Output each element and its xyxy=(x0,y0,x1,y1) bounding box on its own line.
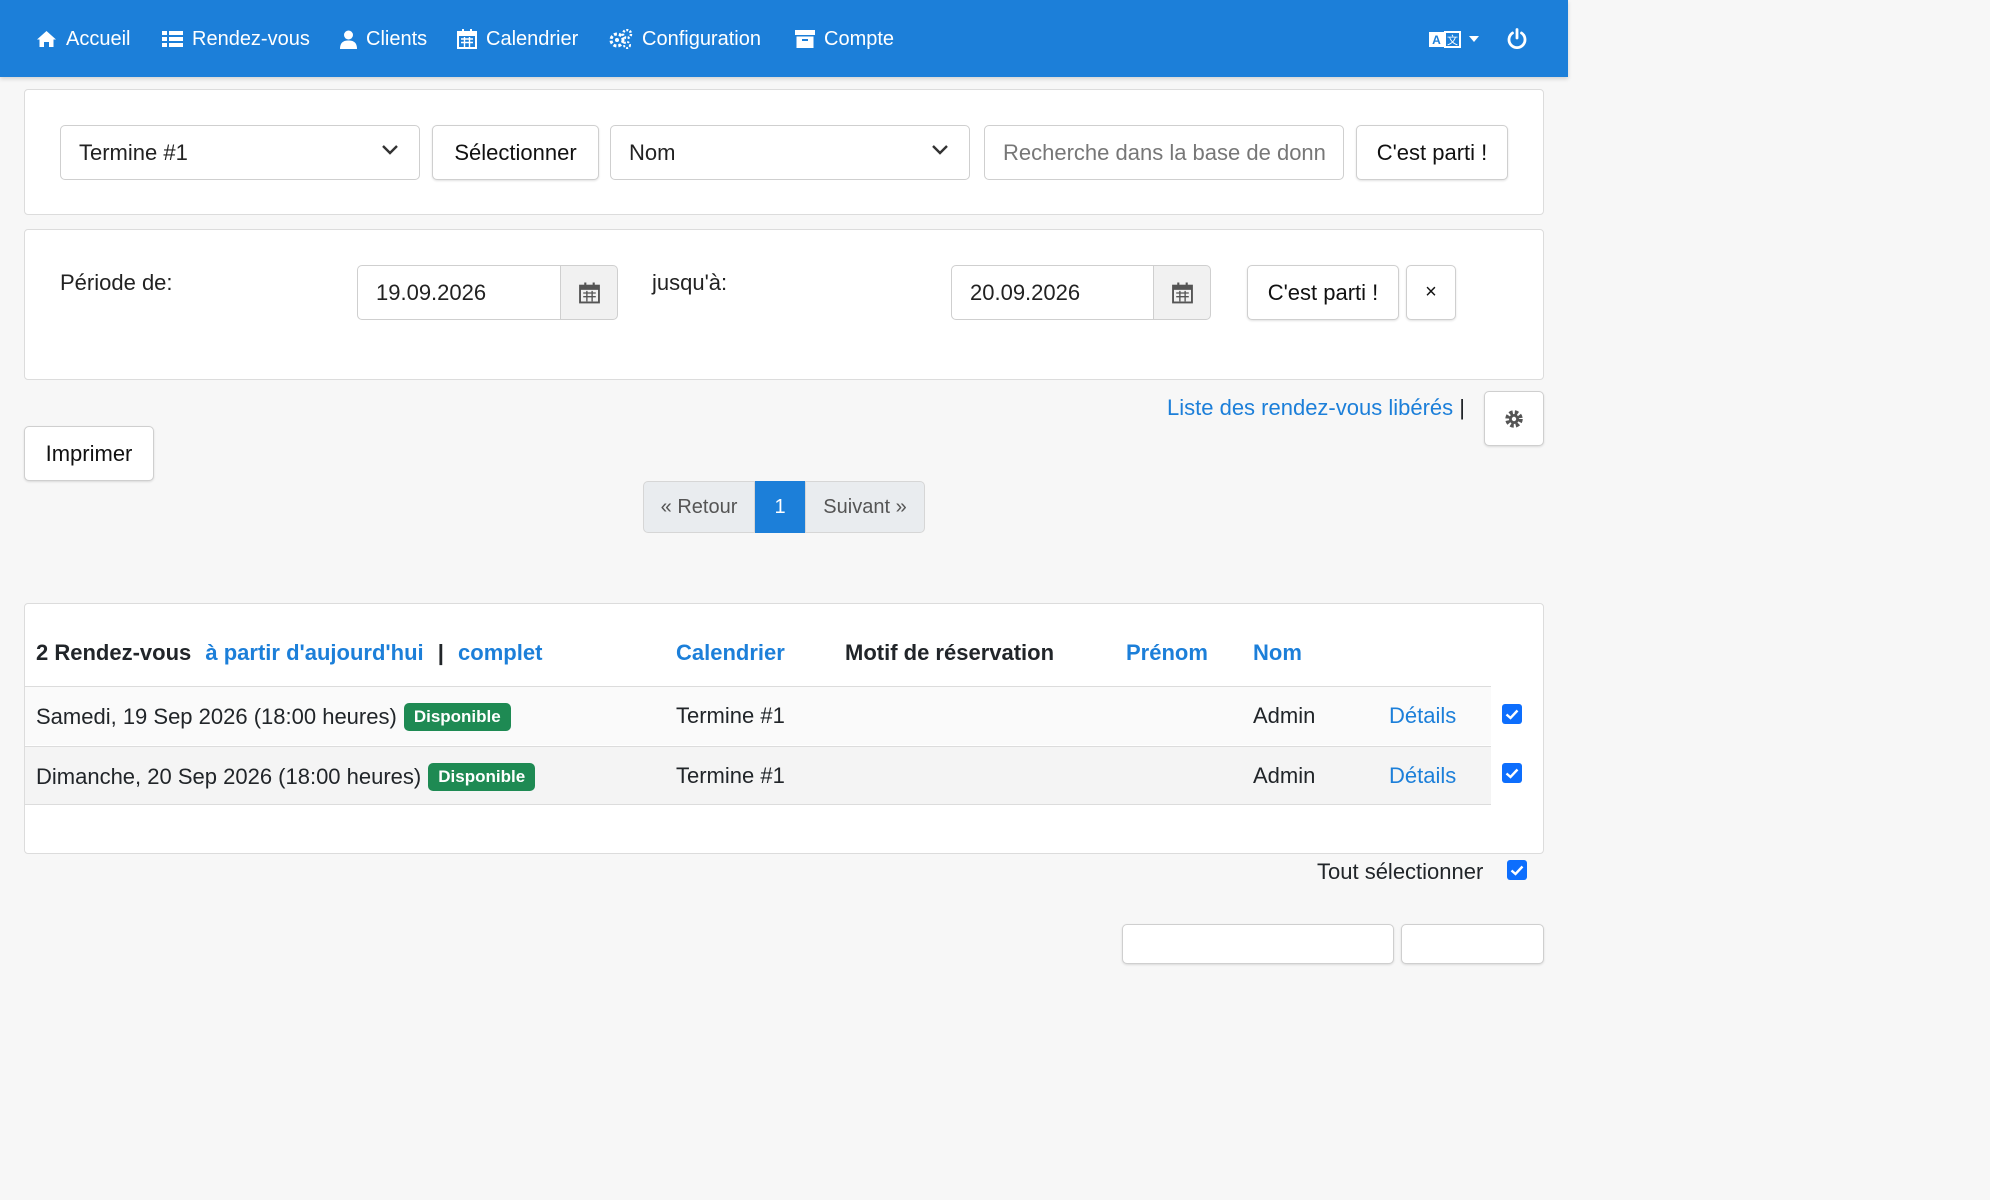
select-all-label: Tout sélectionner xyxy=(1317,859,1484,884)
header-separator: | xyxy=(437,640,444,665)
pagination-prev[interactable]: « Retour xyxy=(643,481,755,533)
status-badge: Disponible xyxy=(428,763,536,791)
appointment-calendar: Termine #1 xyxy=(676,703,785,728)
appointment-date-text: Dimanche, 20 Sep 2026 (18:00 heures) xyxy=(36,764,422,789)
home-icon xyxy=(37,31,56,47)
power-icon xyxy=(1507,28,1527,49)
column-header-lastname[interactable]: Nom xyxy=(1253,640,1302,666)
released-appointments-row: Liste des rendez-vous libérés | xyxy=(1167,395,1465,421)
filter-from-today-link[interactable]: à partir d'aujourd'hui xyxy=(205,640,423,665)
column-header-reason: Motif de réservation xyxy=(845,640,1055,665)
pagination-next[interactable]: Suivant » xyxy=(805,481,925,533)
select-button[interactable]: Sélectionner xyxy=(432,125,599,180)
pagination: « Retour 1 Suivant » xyxy=(643,481,925,533)
svg-text:文: 文 xyxy=(1447,33,1458,47)
chevron-down-icon xyxy=(382,145,398,155)
checkmark-icon xyxy=(1510,865,1524,876)
period-go-button[interactable]: C'est parti ! xyxy=(1247,265,1399,320)
nav-clients-label: Clients xyxy=(366,27,428,50)
row-checkbox[interactable] xyxy=(1502,704,1522,724)
bottom-action-button-2[interactable] xyxy=(1401,924,1544,964)
search-field-select-value: Nom xyxy=(629,139,676,165)
table-row: Samedi, 19 Sep 2026 (18:00 heures) Dispon… xyxy=(25,686,1491,745)
search-field-select[interactable]: Nom xyxy=(610,125,970,180)
nav-rendez-vous[interactable]: Rendez-vous xyxy=(162,24,310,54)
from-date-input[interactable]: 19.09.2026 xyxy=(357,265,562,320)
search-go-button[interactable]: C'est parti ! xyxy=(1356,125,1508,180)
appointment-lastname: Admin xyxy=(1253,763,1316,788)
archive-icon xyxy=(795,30,815,48)
calendar-select[interactable]: Termine #1 xyxy=(60,125,420,180)
calendar-select-value: Termine #1 xyxy=(79,139,188,165)
nav-configuration[interactable]: Configuration xyxy=(609,24,761,54)
appointments-count: 2 Rendez-vous xyxy=(36,640,192,665)
pagination-prev-label: « Retour xyxy=(660,495,738,518)
checkmark-icon xyxy=(1505,709,1519,720)
nav-configuration-label: Configuration xyxy=(642,27,761,50)
details-link[interactable]: Détails xyxy=(1389,763,1456,789)
nav-compte-label: Compte xyxy=(824,27,895,50)
calendar-icon xyxy=(1171,282,1193,303)
search-go-button-label: C'est parti ! xyxy=(1376,139,1488,165)
language-dropdown[interactable]: A文 xyxy=(1429,30,1479,48)
chevron-down-icon xyxy=(932,145,948,155)
pagination-page-label: 1 xyxy=(774,495,786,518)
logout-button[interactable] xyxy=(1507,28,1527,49)
cogs-icon xyxy=(609,29,633,49)
nav-clients[interactable]: Clients xyxy=(340,24,427,54)
actions-separator: | xyxy=(1459,395,1465,420)
released-appointments-link[interactable]: Liste des rendez-vous libérés xyxy=(1167,395,1453,420)
user-icon xyxy=(340,30,357,49)
calendar-icon xyxy=(457,29,477,49)
column-header-firstname[interactable]: Prénom xyxy=(1126,640,1208,666)
filter-complete-link[interactable]: complet xyxy=(458,640,542,665)
period-from-label: Période de: xyxy=(60,270,173,295)
nav-rendez-vous-label: Rendez-vous xyxy=(192,27,310,50)
nav-accueil-label: Accueil xyxy=(66,27,131,50)
search-input-placeholder: Recherche dans la base de donn xyxy=(1003,139,1326,165)
column-header-calendar[interactable]: Calendrier xyxy=(676,640,785,666)
table-row: Dimanche, 20 Sep 2026 (18:00 heures) Disp… xyxy=(25,746,1491,805)
close-icon: × xyxy=(1425,281,1437,303)
period-clear-button[interactable]: × xyxy=(1406,265,1456,320)
to-date-input[interactable]: 20.09.2026 xyxy=(951,265,1155,320)
select-button-label: Sélectionner xyxy=(454,139,577,165)
caret-down-icon xyxy=(1469,36,1479,42)
appointment-date: Dimanche, 20 Sep 2026 (18:00 heures) Disp… xyxy=(36,763,536,791)
top-navbar: Accueil Rendez-vous Clients Calendrier C… xyxy=(0,0,1568,77)
appointment-date-text: Samedi, 19 Sep 2026 (18:00 heures) xyxy=(36,704,397,729)
bottom-action-button-1[interactable] xyxy=(1122,924,1394,964)
calendar-icon xyxy=(578,282,600,303)
list-icon xyxy=(162,31,183,47)
from-date-picker-button[interactable] xyxy=(560,265,618,320)
details-link[interactable]: Détails xyxy=(1389,703,1456,729)
row-checkbox[interactable] xyxy=(1502,763,1522,783)
gear-icon xyxy=(1505,409,1523,428)
status-badge: Disponible xyxy=(403,703,511,731)
appointment-lastname: Admin xyxy=(1253,703,1316,728)
pagination-next-label: Suivant » xyxy=(823,495,907,518)
nav-calendrier-label: Calendrier xyxy=(486,27,579,50)
search-input[interactable]: Recherche dans la base de donn xyxy=(984,125,1344,180)
select-all-checkbox[interactable] xyxy=(1507,860,1527,880)
nav-calendrier[interactable]: Calendrier xyxy=(457,24,578,54)
to-date-picker-button[interactable] xyxy=(1153,265,1211,320)
appointment-calendar: Termine #1 xyxy=(676,763,785,788)
pagination-page-1[interactable]: 1 xyxy=(755,481,805,533)
from-date-value: 19.09.2026 xyxy=(376,279,487,305)
print-button-label: Imprimer xyxy=(45,440,133,466)
settings-button[interactable] xyxy=(1484,391,1544,446)
table-count-header: 2 Rendez-vous à partir d'aujourd'hui | c… xyxy=(36,640,542,666)
svg-text:A: A xyxy=(1432,33,1441,47)
appointment-date: Samedi, 19 Sep 2026 (18:00 heures) Dispon… xyxy=(36,703,511,731)
translate-icon: A文 xyxy=(1429,31,1461,48)
nav-accueil[interactable]: Accueil xyxy=(36,24,130,54)
period-go-button-label: C'est parti ! xyxy=(1267,279,1379,305)
print-button[interactable]: Imprimer xyxy=(24,426,154,481)
checkmark-icon xyxy=(1505,768,1519,779)
to-date-value: 20.09.2026 xyxy=(970,279,1081,305)
period-to-label: jusqu'à: xyxy=(652,270,728,295)
nav-compte[interactable]: Compte xyxy=(795,24,894,54)
